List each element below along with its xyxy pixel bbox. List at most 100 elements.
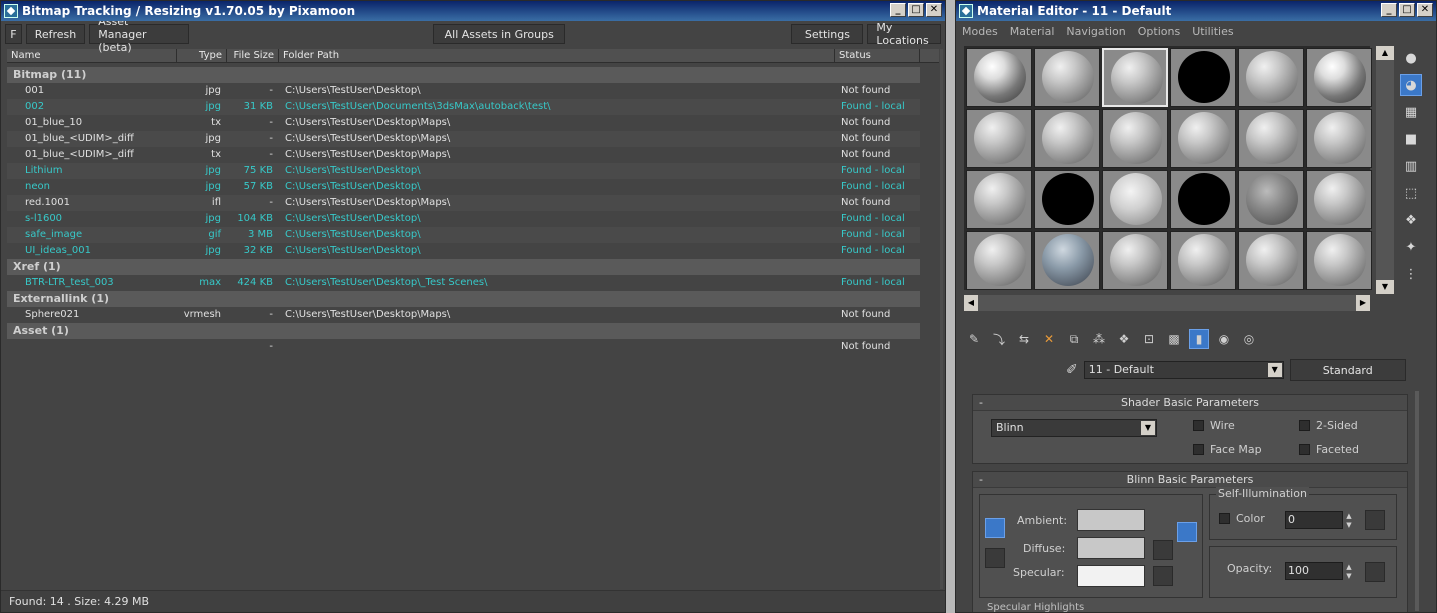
make-unique-icon[interactable]: ⁂ <box>1089 329 1109 349</box>
close-button[interactable]: ✕ <box>1417 3 1433 17</box>
col-folder-path[interactable]: Folder Path <box>279 49 835 62</box>
asset-manager-button[interactable]: Asset Manager (beta) <box>89 15 190 54</box>
menu-utilities[interactable]: Utilities <box>1192 25 1233 38</box>
table-row[interactable]: 01_blue_<UDIM>_diff jpg - C:\Users\TestUser… <box>7 131 920 147</box>
sample-slot[interactable] <box>1170 231 1236 290</box>
table-row[interactable]: 01_blue_10 tx - C:\Users\TestUser\Desktop\M… <box>7 115 920 131</box>
menu-material[interactable]: Material <box>1010 25 1055 38</box>
table-row[interactable]: 001 jpg - C:\Users\TestUser\Desktop\ Not fou… <box>7 83 920 99</box>
diffuse-color-swatch[interactable] <box>1077 537 1145 559</box>
self-illum-spinner[interactable]: 0 ▲ ▼ <box>1285 511 1352 529</box>
all-assets-groups-button[interactable]: All Assets in Groups <box>433 24 566 44</box>
self-illum-color-checkbox[interactable]: Color <box>1219 512 1265 525</box>
sample-slot[interactable] <box>1034 170 1100 229</box>
material-type-button[interactable]: Standard <box>1289 359 1406 381</box>
sample-slot[interactable] <box>1170 48 1236 107</box>
my-locations-button[interactable]: My Locations <box>867 21 942 47</box>
vertical-scrollbar[interactable] <box>940 49 943 589</box>
table-row[interactable]: safe_image gif 3 MB C:\Users\TestUser\Deskt… <box>7 227 920 243</box>
col-status[interactable]: Status <box>835 49 920 62</box>
table-row[interactable]: 01_blue_<UDIM>_diff tx - C:\Users\TestUser\… <box>7 147 920 163</box>
table-row[interactable]: BTR-LTR_test_003 max 424 KB C:\Users\TestUs… <box>7 275 920 291</box>
group-header[interactable]: Xref (1) <box>7 259 920 275</box>
spinner-arrows-icon[interactable]: ▲ ▼ <box>1344 563 1354 581</box>
sample-slot[interactable] <box>1306 109 1372 168</box>
col-name[interactable]: Name <box>7 49 177 62</box>
make-copy-icon[interactable]: ⧉ <box>1064 329 1084 349</box>
options-icon[interactable]: ❖ <box>1400 209 1422 231</box>
sample-slot[interactable] <box>1306 170 1372 229</box>
group-header[interactable]: Externallink (1) <box>7 291 920 307</box>
shader-type-dropdown[interactable]: Blinn ▼ <box>991 419 1157 437</box>
menu-modes[interactable]: Modes <box>962 25 998 38</box>
table-row[interactable]: Lithium jpg 75 KB C:\Users\TestUser\Desktop… <box>7 163 920 179</box>
video-color-check-icon[interactable]: ▥ <box>1400 155 1422 177</box>
two-sided-checkbox[interactable]: 2-Sided <box>1299 419 1358 432</box>
scroll-down-arrow-icon[interactable]: ▼ <box>1376 280 1394 294</box>
table-row[interactable]: - Not found <box>7 339 920 355</box>
col-file-size[interactable]: File Size <box>227 49 279 62</box>
eyedropper-icon[interactable]: ✐ <box>1066 362 1078 378</box>
lock-icon[interactable] <box>1177 522 1197 542</box>
make-preview-icon[interactable]: ⬚ <box>1400 182 1422 204</box>
background-checker-icon[interactable]: ▦ <box>1400 101 1422 123</box>
specular-color-swatch[interactable] <box>1077 565 1145 587</box>
refresh-button[interactable]: Refresh <box>25 24 86 44</box>
table-row[interactable]: red.1001 ifl - C:\Users\TestUser\Desktop\Ma… <box>7 195 920 211</box>
sample-slot[interactable] <box>1102 170 1168 229</box>
f-button[interactable]: F <box>5 24 22 44</box>
material-name-dropdown[interactable]: 11 - Default ▼ <box>1083 361 1284 379</box>
table-row[interactable]: neon jpg 57 KB C:\Users\TestUser\Desktop\ Fo… <box>7 179 920 195</box>
panel-header[interactable]: - Shader Basic Parameters <box>973 395 1407 411</box>
slots-vertical-scrollbar[interactable]: ▲ ▼ <box>1376 46 1394 294</box>
sample-slot-selected[interactable] <box>1102 48 1168 107</box>
specular-map-button[interactable] <box>1153 566 1173 586</box>
spinner-arrows-icon[interactable]: ▲ ▼ <box>1344 512 1354 530</box>
menu-options[interactable]: Options <box>1138 25 1180 38</box>
table-row[interactable]: s-l1600 jpg 104 KB C:\Users\TestUser\Deskto… <box>7 211 920 227</box>
put-to-library-icon[interactable]: ❖ <box>1114 329 1134 349</box>
backlight-icon[interactable]: ◕ <box>1400 74 1422 96</box>
close-button[interactable]: ✕ <box>926 3 942 17</box>
sample-slot[interactable] <box>1306 231 1372 290</box>
ambient-color-swatch[interactable] <box>1077 509 1145 531</box>
sample-slot[interactable] <box>1170 109 1236 168</box>
self-illum-map-button[interactable] <box>1365 510 1385 530</box>
lock-ambient-diffuse-icon[interactable] <box>985 518 1005 538</box>
maximize-button[interactable]: □ <box>908 3 924 17</box>
scroll-up-arrow-icon[interactable]: ▲ <box>1376 46 1394 60</box>
group-header[interactable]: Asset (1) <box>7 323 920 339</box>
table-row[interactable]: 002 jpg 31 KB C:\Users\TestUser\Documents\3… <box>7 99 920 115</box>
face-map-checkbox[interactable]: Face Map <box>1193 443 1262 456</box>
sample-slot[interactable] <box>966 170 1032 229</box>
get-material-icon[interactable]: ✎ <box>964 329 984 349</box>
sample-slot[interactable] <box>1034 109 1100 168</box>
group-header[interactable]: Bitmap (11) <box>7 67 920 83</box>
faceted-checkbox[interactable]: Faceted <box>1299 443 1359 456</box>
sample-slot[interactable] <box>966 109 1032 168</box>
minimize-button[interactable]: _ <box>1381 3 1397 17</box>
sample-slot[interactable] <box>1238 231 1304 290</box>
show-shaded-material-icon[interactable]: ▩ <box>1164 329 1184 349</box>
diffuse-map-button[interactable] <box>1153 540 1173 560</box>
sample-slot[interactable] <box>1306 48 1372 107</box>
menu-navigation[interactable]: Navigation <box>1066 25 1125 38</box>
sample-slot[interactable] <box>1238 170 1304 229</box>
minimize-button[interactable]: _ <box>890 3 906 17</box>
go-to-parent-icon[interactable]: ◉ <box>1214 329 1234 349</box>
wire-checkbox[interactable]: Wire <box>1193 419 1235 432</box>
table-row[interactable]: UI_ideas_001 jpg 32 KB C:\Users\TestUser\De… <box>7 243 920 259</box>
table-row[interactable]: Sphere021 vrmesh - C:\Users\TestUser\Deskto… <box>7 307 920 323</box>
go-forward-sibling-icon[interactable]: ◎ <box>1239 329 1259 349</box>
sample-slot[interactable] <box>1238 48 1304 107</box>
settings-button[interactable]: Settings <box>791 24 864 44</box>
panel-scrollbar[interactable] <box>1415 391 1419 611</box>
put-to-scene-icon[interactable]: ⤵ <box>989 329 1009 349</box>
slots-horizontal-scrollbar[interactable]: ◀ ▶ <box>964 295 1370 311</box>
sample-slot[interactable] <box>1034 231 1100 290</box>
opacity-spinner[interactable]: 100 ▲ ▼ <box>1285 562 1352 580</box>
sample-slot[interactable] <box>966 48 1032 107</box>
sample-slot[interactable] <box>1102 109 1168 168</box>
panel-header[interactable]: - Blinn Basic Parameters <box>973 472 1407 488</box>
lock-diffuse-specular-icon[interactable] <box>985 548 1005 568</box>
